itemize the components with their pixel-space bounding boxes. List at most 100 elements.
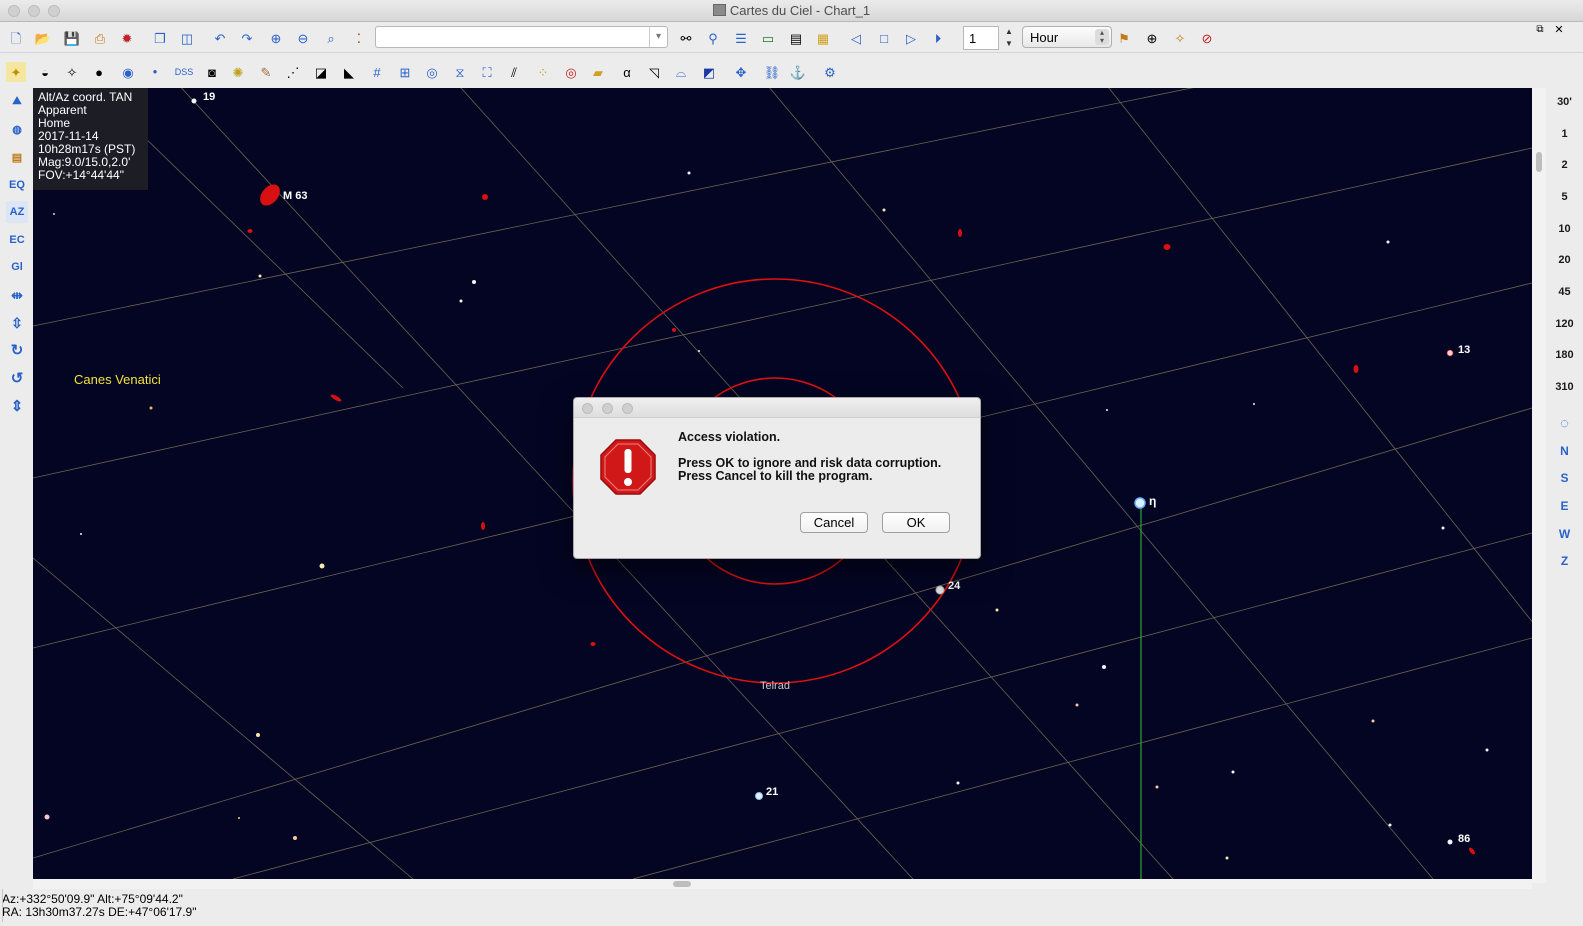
time-config-icon[interactable]: ▦: [813, 28, 833, 48]
fov-button-5[interactable]: 5: [1546, 191, 1583, 203]
time-unit-select[interactable]: Hour ▴ ▾: [1022, 26, 1112, 48]
zoom-in-icon[interactable]: ⊕: [266, 28, 286, 48]
list-objects-icon[interactable]: ☰: [731, 28, 751, 48]
redo-icon[interactable]: ↷: [237, 28, 257, 48]
milky-way-toggle-icon[interactable]: ◣: [339, 62, 359, 82]
open-folder-icon[interactable]: 📂: [33, 28, 53, 48]
horizon-view-icon[interactable]: ⌓: [671, 62, 691, 82]
fov-button-20[interactable]: 20: [1546, 254, 1583, 266]
observer-location-icon[interactable]: ⚲: [703, 28, 723, 48]
stop-icon[interactable]: □: [874, 28, 894, 48]
crosshair-icon[interactable]: ⊕: [1142, 28, 1162, 48]
telescope-icon[interactable]: ⚑: [1114, 28, 1134, 48]
view-east-button[interactable]: E: [1546, 499, 1583, 513]
horizon-icon[interactable]: ▭: [758, 28, 778, 48]
binoculars-icon[interactable]: ⚯: [676, 28, 696, 48]
constellation-figure-icon[interactable]: ⧖: [450, 62, 470, 82]
zoom-out-icon[interactable]: ⊖: [293, 28, 313, 48]
observatory-icon[interactable]: ⛰: [6, 90, 28, 112]
tools-icon[interactable]: ⚙: [820, 62, 840, 82]
night-vision-icon[interactable]: ◩: [699, 62, 719, 82]
eq-grid-icon[interactable]: #: [367, 62, 387, 82]
az-projection-button[interactable]: AZ: [6, 201, 28, 223]
rotate-left-icon[interactable]: ↺: [6, 367, 28, 389]
chevron-down-icon[interactable]: ▾: [649, 27, 667, 47]
alpha-names-button[interactable]: α: [617, 62, 637, 82]
save-icon[interactable]: 💾: [62, 28, 82, 48]
ecliptic-icon[interactable]: ⫽: [504, 62, 524, 82]
settings-gear-icon[interactable]: ✹: [117, 28, 137, 48]
globe-icon[interactable]: ◍: [6, 118, 28, 140]
nebula-icon[interactable]: ◒: [35, 62, 55, 82]
flip-horizontal-icon[interactable]: ⇹: [6, 284, 28, 306]
close-panel-icon[interactable]: ✕: [1553, 24, 1565, 36]
view-north-button[interactable]: N: [1546, 444, 1583, 458]
step-forward-icon[interactable]: ▷: [901, 28, 921, 48]
milky-way-icon[interactable]: ◉: [118, 62, 138, 82]
telrad-icon[interactable]: ◎: [561, 62, 581, 82]
all-sky-icon[interactable]: ◌: [1546, 415, 1583, 432]
rotate-right-icon[interactable]: ↻: [6, 339, 28, 361]
constellation-lines-icon[interactable]: ⋰: [283, 62, 303, 82]
time-step-stepper[interactable]: ▲ ▼: [1003, 26, 1015, 50]
calendar-icon[interactable]: ▤: [786, 28, 806, 48]
fov-button-180[interactable]: 180: [1546, 349, 1583, 361]
dss-button[interactable]: DSS: [172, 62, 196, 82]
new-chart-icon[interactable]: 🗋: [6, 28, 26, 48]
nebula-image-icon[interactable]: ●: [89, 62, 109, 82]
horizontal-scrollbar[interactable]: [33, 879, 1532, 889]
compass-icon[interactable]: ◎: [422, 62, 442, 82]
dialog-close-button[interactable]: [582, 403, 593, 414]
move-icon[interactable]: ✥: [731, 62, 751, 82]
view-south-button[interactable]: S: [1546, 471, 1583, 485]
quit-icon[interactable]: ⊘: [1197, 28, 1217, 48]
step-back-icon[interactable]: ◁: [846, 28, 866, 48]
view-west-button[interactable]: W: [1546, 527, 1583, 541]
animate-forward-icon[interactable]: ⏵: [928, 28, 948, 48]
camera-icon[interactable]: ◙: [202, 62, 222, 82]
boundaries-icon[interactable]: ◪: [311, 62, 331, 82]
label-stars-icon[interactable]: ⁘: [533, 62, 553, 82]
expand-vertical-icon[interactable]: ⇕: [6, 395, 28, 417]
frame-icon[interactable]: ⛶: [477, 62, 497, 82]
cancel-button[interactable]: Cancel: [800, 512, 868, 533]
dialog-zoom-button[interactable]: [622, 403, 633, 414]
fov-button-45[interactable]: 45: [1546, 286, 1583, 298]
ruler-icon[interactable]: ▰: [588, 62, 608, 82]
ok-button[interactable]: OK: [882, 512, 950, 533]
time-step-input[interactable]: 1: [963, 26, 999, 50]
find-icon[interactable]: ⌕: [321, 28, 341, 48]
eq-projection-button[interactable]: EQ: [6, 174, 28, 196]
chart-settings-icon[interactable]: ▤: [6, 146, 28, 168]
vertical-scroll-thumb[interactable]: [1536, 152, 1542, 172]
print-icon[interactable]: ⎙: [90, 28, 110, 48]
horizontal-scroll-thumb[interactable]: [673, 881, 691, 887]
fov-button-1[interactable]: 1: [1546, 128, 1583, 140]
new-window-icon[interactable]: ❐: [150, 28, 170, 48]
pointer-tools-icon[interactable]: ✧: [1170, 28, 1190, 48]
pencil-icon[interactable]: ✎: [256, 62, 276, 82]
view-zenith-button[interactable]: Z: [1546, 554, 1583, 568]
ec-projection-button[interactable]: EC: [6, 229, 28, 251]
dialog-minimize-button[interactable]: [602, 403, 613, 414]
fov-button-310[interactable]: 310: [1546, 381, 1583, 393]
galaxy-outline-icon[interactable]: ✧: [62, 62, 82, 82]
gl-projection-button[interactable]: Gl: [6, 256, 28, 278]
fov-button-120[interactable]: 120: [1546, 318, 1583, 330]
planet-icon[interactable]: ●: [145, 62, 165, 82]
label-objects-icon[interactable]: ◹: [644, 62, 664, 82]
flip-vertical-icon[interactable]: ⇳: [6, 312, 28, 334]
object-type-icon[interactable]: ⁚: [349, 28, 369, 48]
fov-button-2[interactable]: 2: [1546, 159, 1583, 171]
object-search-combobox[interactable]: ▾: [375, 26, 668, 48]
star-icon[interactable]: ✦: [6, 62, 26, 82]
tile-windows-icon[interactable]: ◫: [177, 28, 197, 48]
undo-icon[interactable]: ↶: [210, 28, 230, 48]
fov-button-30min[interactable]: 30': [1546, 96, 1583, 108]
light-bulb-icon[interactable]: ✺: [228, 62, 248, 82]
fov-button-10[interactable]: 10: [1546, 223, 1583, 235]
anchor-icon[interactable]: ⚓: [788, 62, 808, 82]
link-icon[interactable]: ⛓: [762, 62, 782, 82]
restore-panel-icon[interactable]: ⧉: [1534, 24, 1546, 36]
vertical-scrollbar[interactable]: [1532, 88, 1546, 883]
